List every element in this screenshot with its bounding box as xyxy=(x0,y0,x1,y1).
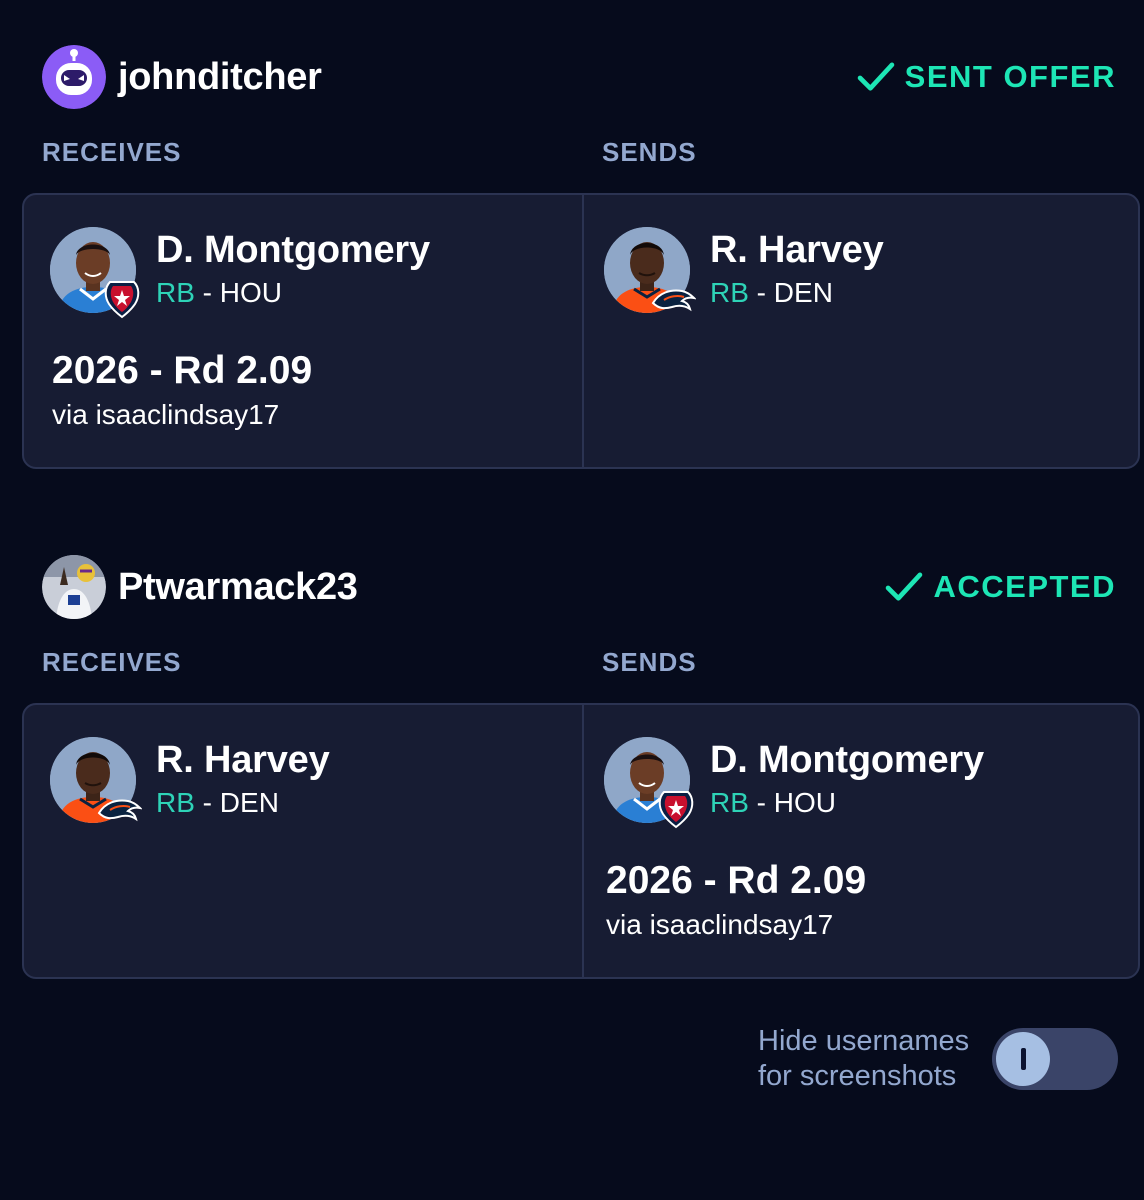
status-text: ACCEPTED xyxy=(933,569,1116,604)
team-separator: - xyxy=(748,787,774,818)
player-meta: RB - HOU xyxy=(156,277,282,309)
status-badge: ACCEPTED xyxy=(885,555,1116,619)
player-name[interactable]: R. Harvey xyxy=(710,229,884,272)
team-separator: - xyxy=(748,277,774,308)
denver-broncos-logo-icon xyxy=(96,795,142,825)
checkmark-icon xyxy=(857,62,895,92)
sends-side: D. Montgomery RB - HOU 2026 - Rd 2.09 vi… xyxy=(584,705,1140,977)
player-name[interactable]: D. Montgomery xyxy=(710,739,984,782)
houston-texans-logo-icon xyxy=(656,789,696,829)
username[interactable]: johnditcher xyxy=(118,56,322,99)
player-position: RB xyxy=(156,277,195,308)
player-team: DEN xyxy=(773,277,833,308)
draft-pick: 2026 - Rd 2.09 via isaaclindsay17 xyxy=(606,859,866,941)
trade-card: R. Harvey RB - DEN D. Montgomery RB - HO… xyxy=(22,703,1140,979)
sends-label: SENDS xyxy=(602,647,697,677)
sends-side: R. Harvey RB - DEN xyxy=(584,195,1140,467)
receives-label: RECEIVES xyxy=(42,647,182,677)
pick-title: 2026 - Rd 2.09 xyxy=(52,349,313,392)
team-separator: - xyxy=(194,277,220,308)
sends-label: SENDS xyxy=(602,137,697,167)
player-position: RB xyxy=(156,787,195,818)
pick-via: via isaaclindsay17 xyxy=(52,399,280,430)
player-team: HOU xyxy=(219,277,283,308)
team-separator: - xyxy=(194,787,220,818)
player-name[interactable]: D. Montgomery xyxy=(156,229,430,272)
player-team: HOU xyxy=(773,787,837,818)
hide-usernames-label: Hide usernames for screenshots xyxy=(758,1024,988,1094)
houston-texans-logo-icon xyxy=(102,279,142,319)
status-badge: SENT OFFER xyxy=(857,45,1116,109)
hide-usernames-label-line2: for screenshots xyxy=(758,1060,957,1092)
pick-via: via isaaclindsay17 xyxy=(606,909,834,940)
robot-avatar-icon xyxy=(42,45,106,109)
receives-label: RECEIVES xyxy=(42,137,182,167)
player-meta: RB - HOU xyxy=(710,787,836,819)
player-meta: RB - DEN xyxy=(156,787,279,819)
player-meta: RB - DEN xyxy=(710,277,833,309)
player-name[interactable]: R. Harvey xyxy=(156,739,330,782)
hide-usernames-setting: Hide usernames for screenshots xyxy=(758,1024,1120,1094)
hide-usernames-label-line1: Hide usernames xyxy=(758,1025,970,1057)
user-info[interactable]: johnditcher xyxy=(42,45,322,109)
toggle-knob[interactable] xyxy=(996,1032,1050,1086)
player-position: RB xyxy=(710,277,749,308)
trade-card: D. Montgomery RB - HOU 2026 - Rd 2.09 vi… xyxy=(22,193,1140,469)
player-team: DEN xyxy=(219,787,279,818)
receives-side: R. Harvey RB - DEN xyxy=(24,705,582,977)
draft-pick: 2026 - Rd 2.09 via isaaclindsay17 xyxy=(52,349,312,431)
pick-title: 2026 - Rd 2.09 xyxy=(606,859,867,902)
receives-side: D. Montgomery RB - HOU 2026 - Rd 2.09 vi… xyxy=(24,195,582,467)
trade-header: johnditcher SENT OFFER xyxy=(42,45,1116,109)
player-position: RB xyxy=(710,787,749,818)
checkmark-icon xyxy=(885,572,923,602)
trade-header: Ptwarmack23 ACCEPTED xyxy=(42,555,1116,619)
user-info[interactable]: Ptwarmack23 xyxy=(42,555,358,619)
status-text: SENT OFFER xyxy=(904,59,1116,94)
hide-usernames-toggle[interactable] xyxy=(992,1028,1118,1090)
denver-broncos-logo-icon xyxy=(650,285,696,315)
avatar xyxy=(42,555,106,619)
username[interactable]: Ptwarmack23 xyxy=(118,566,358,609)
